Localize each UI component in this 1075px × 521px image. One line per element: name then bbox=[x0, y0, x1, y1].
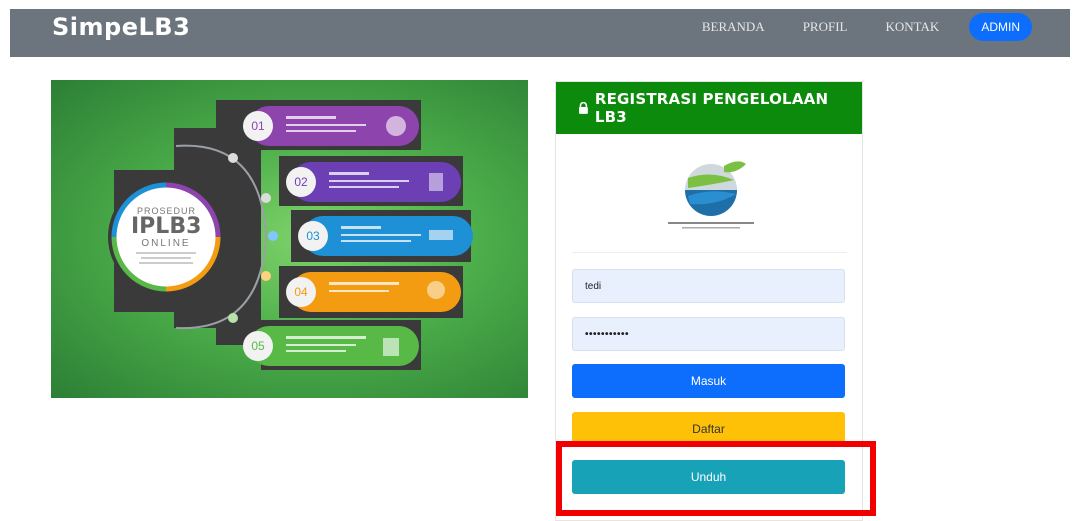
infographic-graphic bbox=[108, 100, 473, 370]
step-number-01: 01 bbox=[251, 119, 265, 133]
nav-link-kontak[interactable]: KONTAK bbox=[885, 19, 939, 35]
username-input[interactable]: tedi bbox=[572, 269, 845, 303]
nav-link-profil[interactable]: PROFIL bbox=[803, 19, 848, 35]
step-number-04: 04 bbox=[294, 285, 308, 299]
infographic-title-bottom: ONLINE bbox=[141, 238, 191, 249]
brand-logo[interactable]: SimpeLB3 bbox=[52, 13, 190, 41]
masuk-button[interactable]: Masuk bbox=[572, 364, 845, 398]
password-input[interactable]: ••••••••••• bbox=[572, 317, 845, 351]
nav-links: BERANDA PROFIL KONTAK ADMIN bbox=[664, 13, 1032, 41]
unduh-highlight-box bbox=[556, 441, 876, 516]
admin-button[interactable]: ADMIN bbox=[969, 13, 1032, 41]
infographic-title-main: IPLB3 bbox=[131, 214, 202, 239]
card-header-title: REGISTRASI PENGELOLAAN LB3 bbox=[594, 90, 829, 126]
step-number-05: 05 bbox=[251, 339, 265, 353]
step-number-03: 03 bbox=[306, 229, 320, 243]
lock-icon bbox=[578, 102, 588, 114]
agency-logo-icon bbox=[668, 161, 754, 229]
navbar: SimpeLB3 BERANDA PROFIL KONTAK ADMIN bbox=[10, 9, 1070, 57]
procedure-infographic: PROSEDUR IPLB3 ONLINE 01 02 03 04 05 bbox=[51, 80, 528, 398]
agency-logo bbox=[556, 148, 864, 248]
card-divider bbox=[572, 252, 847, 253]
card-header: REGISTRASI PENGELOLAAN LB3 bbox=[556, 82, 862, 134]
nav-link-beranda[interactable]: BERANDA bbox=[702, 19, 765, 35]
step-number-02: 02 bbox=[294, 175, 308, 189]
